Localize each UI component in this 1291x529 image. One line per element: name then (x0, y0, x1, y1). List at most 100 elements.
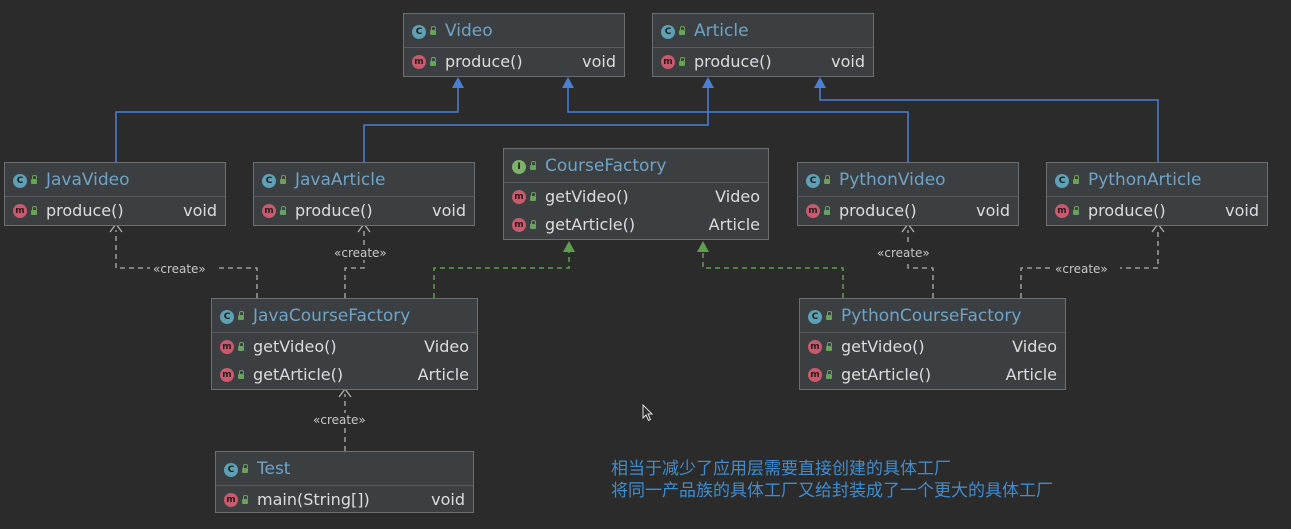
class-icon: C (220, 309, 234, 324)
method-name: getVideo() (545, 187, 629, 206)
class-pythonvideo[interactable]: C PythonVideo m produce() void (797, 162, 1019, 226)
realization-arrowheads (563, 241, 709, 252)
arrowhead-coursefactory-right (697, 241, 709, 252)
class-name: PythonArticle (1088, 170, 1202, 190)
class-pythonarticle[interactable]: C PythonArticle m produce() void (1046, 162, 1268, 226)
lock-icon (280, 205, 286, 215)
method-row: m getVideo() Video (800, 333, 1065, 361)
lock-icon (242, 464, 248, 473)
arrowhead-video-left (452, 77, 464, 88)
class-name: Article (694, 21, 749, 41)
method-row: m getArticle() Article (504, 211, 768, 239)
method-name: main(String[]) (257, 490, 370, 509)
class-name: JavaCourseFactory (253, 306, 411, 326)
create-label-pythonarticle: «create» (1055, 262, 1108, 276)
arrowhead-article-left (702, 77, 714, 88)
method-type: void (582, 52, 616, 71)
method-row: m getArticle() Article (212, 361, 477, 389)
lock-icon (1073, 175, 1079, 184)
method-icon: m (412, 55, 426, 69)
method-name: getVideo() (841, 337, 925, 356)
class-name: Video (445, 21, 493, 41)
class-header: C PythonArticle (1047, 163, 1267, 197)
lock-icon (826, 341, 832, 351)
method-type: void (1225, 201, 1259, 220)
arrowhead-coursefactory-left (563, 241, 575, 252)
class-icon: C (661, 24, 675, 39)
class-pythoncoursefactory[interactable]: C PythonCourseFactory m getVideo() Video m g… (799, 298, 1066, 390)
method-icon: m (220, 340, 234, 354)
method-row: m getVideo() Video (504, 183, 768, 211)
method-row: m produce() void (1047, 197, 1267, 225)
caption-line-2: 将同一产品族的具体工厂又给封装成了一个更大的具体工厂 (611, 481, 1053, 501)
create-label-javavideo: «create» (153, 262, 206, 276)
method-row: m getArticle() Article (800, 361, 1065, 389)
lock-icon (530, 219, 536, 229)
edge-pythonarticle-article (819, 88, 1159, 162)
class-icon: C (13, 173, 27, 188)
class-name: JavaArticle (295, 170, 386, 190)
method-icon: m (661, 55, 675, 69)
class-javacoursefactory[interactable]: C JavaCourseFactory m getVideo() Video m get… (211, 298, 478, 390)
realization-edges (433, 252, 844, 298)
class-header: C Test (216, 452, 473, 486)
class-header: C JavaVideo (5, 163, 225, 197)
method-type: Video (424, 337, 469, 356)
lock-icon (280, 175, 286, 184)
method-type: Article (708, 215, 760, 234)
method-type: void (431, 490, 465, 509)
lock-icon (31, 175, 37, 184)
method-name: produce() (295, 201, 373, 220)
lock-icon (679, 26, 685, 35)
arrowhead-article-right (814, 77, 826, 88)
class-name: PythonVideo (839, 170, 946, 190)
edge-javacf-javaarticle (344, 230, 365, 298)
class-name: Test (257, 459, 291, 479)
method-type: Video (1012, 337, 1057, 356)
method-type: void (976, 201, 1010, 220)
method-icon: m (512, 218, 526, 232)
class-javavideo[interactable]: C JavaVideo m produce() void (4, 162, 226, 226)
method-name: produce() (1088, 201, 1166, 220)
class-header: C JavaArticle (254, 163, 474, 197)
method-type: void (432, 201, 466, 220)
class-header: I CourseFactory (504, 149, 768, 183)
class-header: C PythonVideo (798, 163, 1018, 197)
method-icon: m (512, 190, 526, 204)
method-name: produce() (694, 52, 772, 71)
lock-icon (430, 56, 436, 66)
lock-icon (824, 205, 830, 215)
method-type: Video (715, 187, 760, 206)
lock-icon (238, 369, 244, 379)
method-icon: m (808, 340, 822, 354)
lock-icon (1073, 205, 1079, 215)
lock-icon (430, 26, 436, 35)
runnable-class-icon: C (224, 462, 238, 477)
class-javaarticle[interactable]: C JavaArticle m produce() void (253, 162, 475, 226)
class-video[interactable]: C Video m produce() void (403, 13, 625, 77)
mouse-cursor-icon (642, 404, 654, 422)
method-icon: m (808, 368, 822, 382)
lock-icon (826, 369, 832, 379)
method-type: void (831, 52, 865, 71)
method-type: Article (1005, 365, 1057, 384)
method-name: produce() (445, 52, 523, 71)
method-name: getVideo() (253, 337, 337, 356)
class-icon: C (808, 309, 822, 324)
lock-icon (530, 161, 536, 170)
class-icon: C (412, 24, 426, 39)
lock-icon (679, 56, 685, 66)
method-icon: m (262, 204, 276, 218)
method-row: m produce() void (254, 197, 474, 225)
class-icon: C (262, 173, 276, 188)
class-test[interactable]: C Test m main(String[]) void (215, 451, 474, 513)
lock-icon (530, 191, 536, 201)
lock-icon (238, 341, 244, 351)
interface-coursefactory[interactable]: I CourseFactory m getVideo() Video m getArti… (503, 148, 769, 240)
method-icon: m (220, 368, 234, 382)
class-article[interactable]: C Article m produce() void (652, 13, 874, 77)
inheritance-arrowheads (452, 77, 826, 88)
create-label-test: «create» (313, 413, 366, 427)
class-name: CourseFactory (545, 156, 667, 176)
method-type: Article (417, 365, 469, 384)
